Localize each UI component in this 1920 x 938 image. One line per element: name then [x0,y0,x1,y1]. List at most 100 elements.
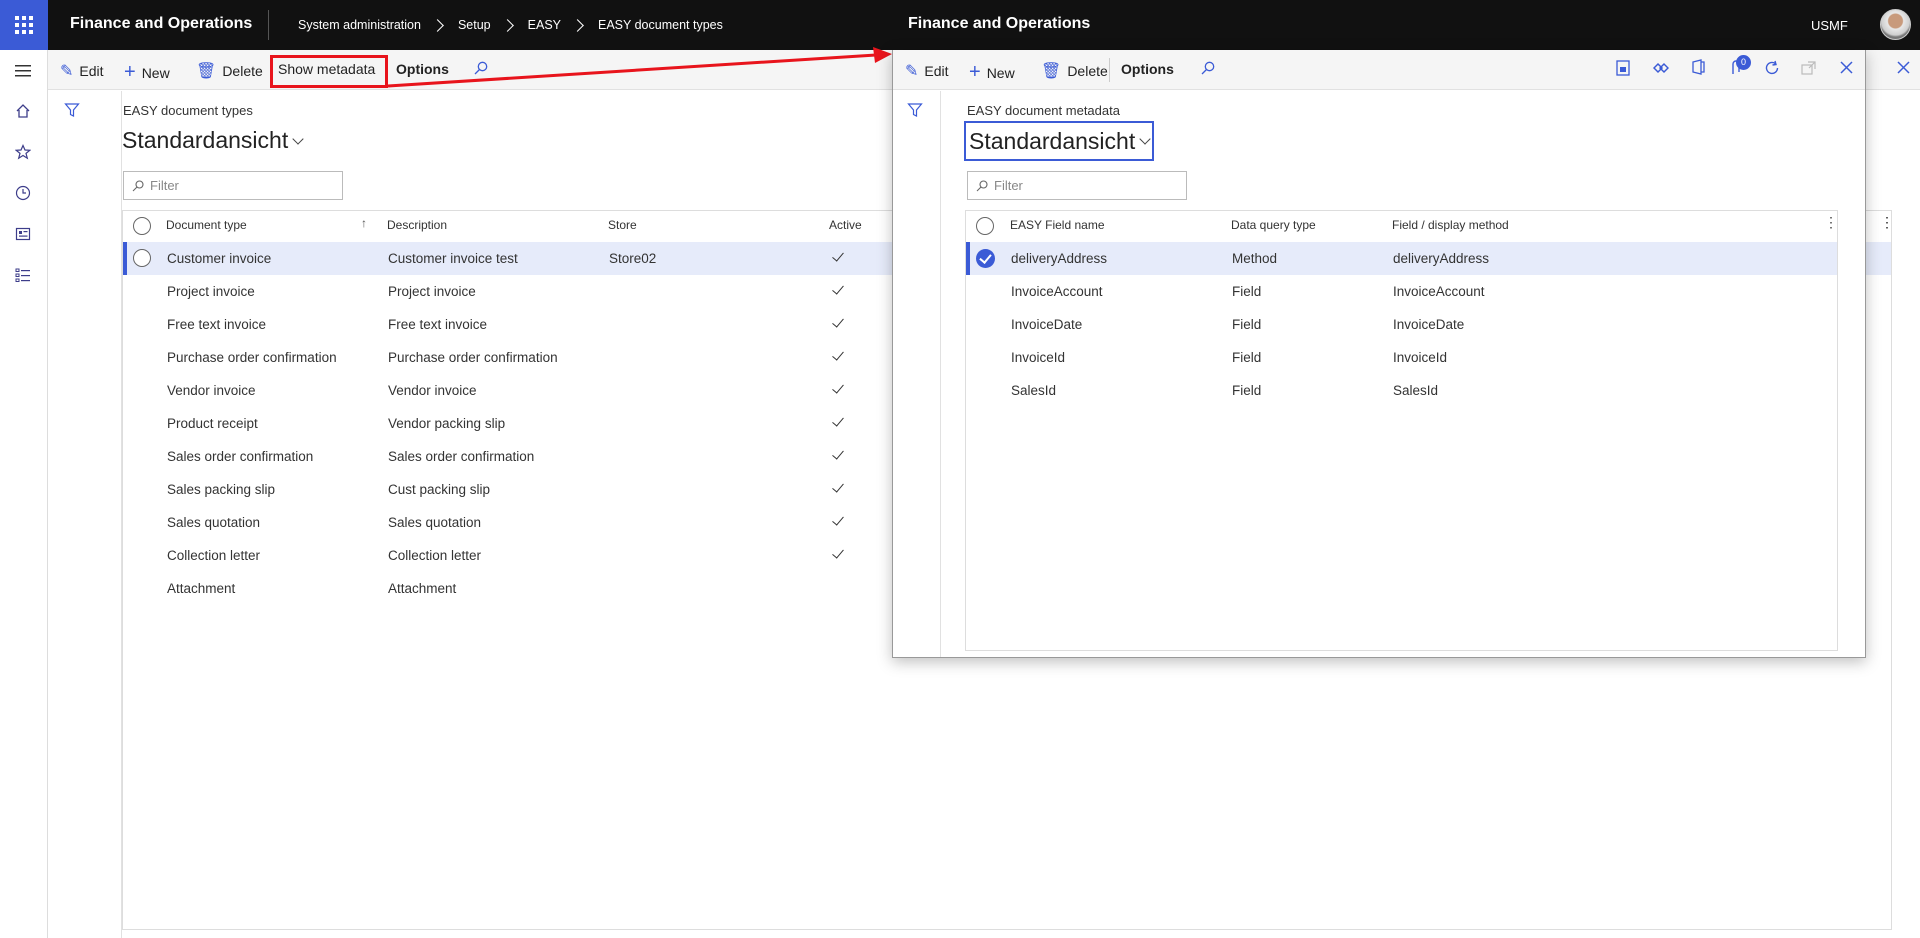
dialog-view-selector[interactable]: Standardansicht [963,121,1155,161]
filter-pane [48,91,122,938]
waffle-icon [15,16,33,34]
description-cell: Customer invoice test [388,251,518,266]
hamburger-menu-icon[interactable] [12,60,34,82]
delete-label: Delete [222,63,263,79]
dialog-delete-button[interactable]: 🗑 Delete [1041,61,1108,81]
table-row[interactable]: SalesId Field SalesId [966,374,1837,407]
description-cell: Sales quotation [388,515,482,530]
document-type-cell: Product receipt [167,416,258,431]
new-button[interactable]: + New [124,61,170,84]
data-query-type-cell: Field [1232,383,1262,398]
filter-icon[interactable] [64,102,80,118]
column-header-active[interactable]: Active [829,218,862,232]
column-header-store[interactable]: Store [608,218,637,232]
plus-icon: + [124,61,136,83]
more-options-icon[interactable]: ⋮ [1880,214,1894,231]
filter-icon[interactable] [907,102,923,118]
favorites-star-icon[interactable] [12,141,34,163]
pencil-icon: ✎ [60,63,74,80]
options-tab[interactable]: Options [396,61,449,77]
description-cell: Collection letter [388,548,482,563]
dialog-filter-pane [893,91,941,657]
chevron-right-icon [571,18,584,32]
view-name: Standardansicht [969,127,1136,154]
dialog-grid-filter-input[interactable]: Filter [967,171,1187,200]
delete-button[interactable]: 🗑 Delete [196,61,263,81]
company-picker[interactable]: USMF [1811,18,1848,33]
open-in-new-window-icon[interactable] [1801,61,1816,75]
grid-filter-input[interactable]: Filter [123,171,343,200]
search-button[interactable] [474,61,488,75]
column-header-field-display-method[interactable]: Field / display method [1392,218,1509,232]
dialog-new-button[interactable]: + New [969,61,1015,84]
data-query-type-cell: Field [1232,350,1262,365]
field-display-method-cell: deliveryAddress [1393,251,1490,266]
document-type-cell: Vendor invoice [167,383,256,398]
dialog-search-button[interactable] [1201,61,1215,75]
dialog-caption: EASY document metadata [967,103,1120,118]
table-row[interactable]: InvoiceAccount Field InvoiceAccount [966,275,1837,308]
select-all-radio[interactable] [976,217,994,235]
office-document-icon[interactable] [1616,60,1630,76]
modules-list-icon[interactable] [12,264,34,286]
checkmark-icon [832,381,844,394]
avatar[interactable] [1880,9,1911,40]
document-type-cell: Collection letter [167,548,261,563]
search-icon [1201,61,1215,75]
easy-field-name-cell: SalesId [1011,383,1057,398]
new-label: New [986,64,1015,81]
dialog-options-tab[interactable]: Options [1121,61,1174,77]
field-display-method-cell: InvoiceId [1393,350,1448,365]
breadcrumb-item[interactable]: EASY [528,18,561,32]
app-title[interactable]: Finance and Operations [70,15,252,33]
description-cell: Free text invoice [388,317,488,332]
home-icon[interactable] [12,100,34,122]
column-header-document-type[interactable]: Document type [166,218,247,232]
select-all-radio[interactable] [133,217,151,235]
page-caption: EASY document types [123,103,253,118]
easy-field-name-cell: InvoiceAccount [1011,284,1103,299]
table-row[interactable]: deliveryAddress Method deliveryAddress [966,242,1837,275]
row-selected-check-icon[interactable] [976,249,995,268]
search-icon [976,179,988,191]
recent-clock-icon[interactable] [12,182,34,204]
close-icon[interactable] [1840,61,1853,74]
notification-badge: 0 [1736,55,1751,70]
document-type-cell: Sales packing slip [167,482,276,497]
checkmark-icon [832,480,844,493]
description-cell: Vendor invoice [388,383,477,398]
chevron-down-icon [1139,133,1151,145]
breadcrumb-item[interactable]: Setup [458,18,491,32]
dialog-edit-button[interactable]: ✎ Edit [905,61,949,81]
workspaces-icon[interactable] [12,223,34,245]
column-header-easy-field-name[interactable]: EASY Field name [1010,218,1105,232]
easy-field-name-cell: InvoiceId [1011,350,1066,365]
more-options-icon[interactable]: ⋮ [1824,214,1838,231]
office-add-in-icon[interactable] [1691,59,1705,75]
checkmark-icon [832,447,844,460]
edit-button[interactable]: ✎ Edit [60,61,104,81]
column-header-data-query-type[interactable]: Data query type [1231,218,1316,232]
close-icon[interactable] [1897,61,1910,74]
description-cell: Project invoice [388,284,476,299]
document-type-cell: Sales quotation [167,515,261,530]
field-display-method-cell: SalesId [1393,383,1439,398]
view-selector[interactable]: Standardansicht [122,127,304,154]
column-header-description[interactable]: Description [387,218,447,232]
refresh-icon[interactable] [1764,60,1780,76]
row-select-radio[interactable] [133,249,151,267]
checkmark-icon [832,348,844,361]
edit-label: Edit [79,63,104,79]
divider [268,10,269,40]
options-label: Options [396,61,449,77]
chevron-right-icon [500,18,514,32]
table-row[interactable]: InvoiceId Field InvoiceId [966,341,1837,374]
power-apps-icon[interactable] [1653,61,1669,75]
breadcrumb-item[interactable]: EASY document types [598,18,723,32]
search-icon [474,61,488,75]
table-row[interactable]: InvoiceDate Field InvoiceDate [966,308,1837,341]
checkmark-icon [832,282,844,295]
app-launcher-button[interactable] [0,0,48,50]
breadcrumb-item[interactable]: System administration [298,18,421,32]
data-query-type-cell: Method [1232,251,1278,266]
